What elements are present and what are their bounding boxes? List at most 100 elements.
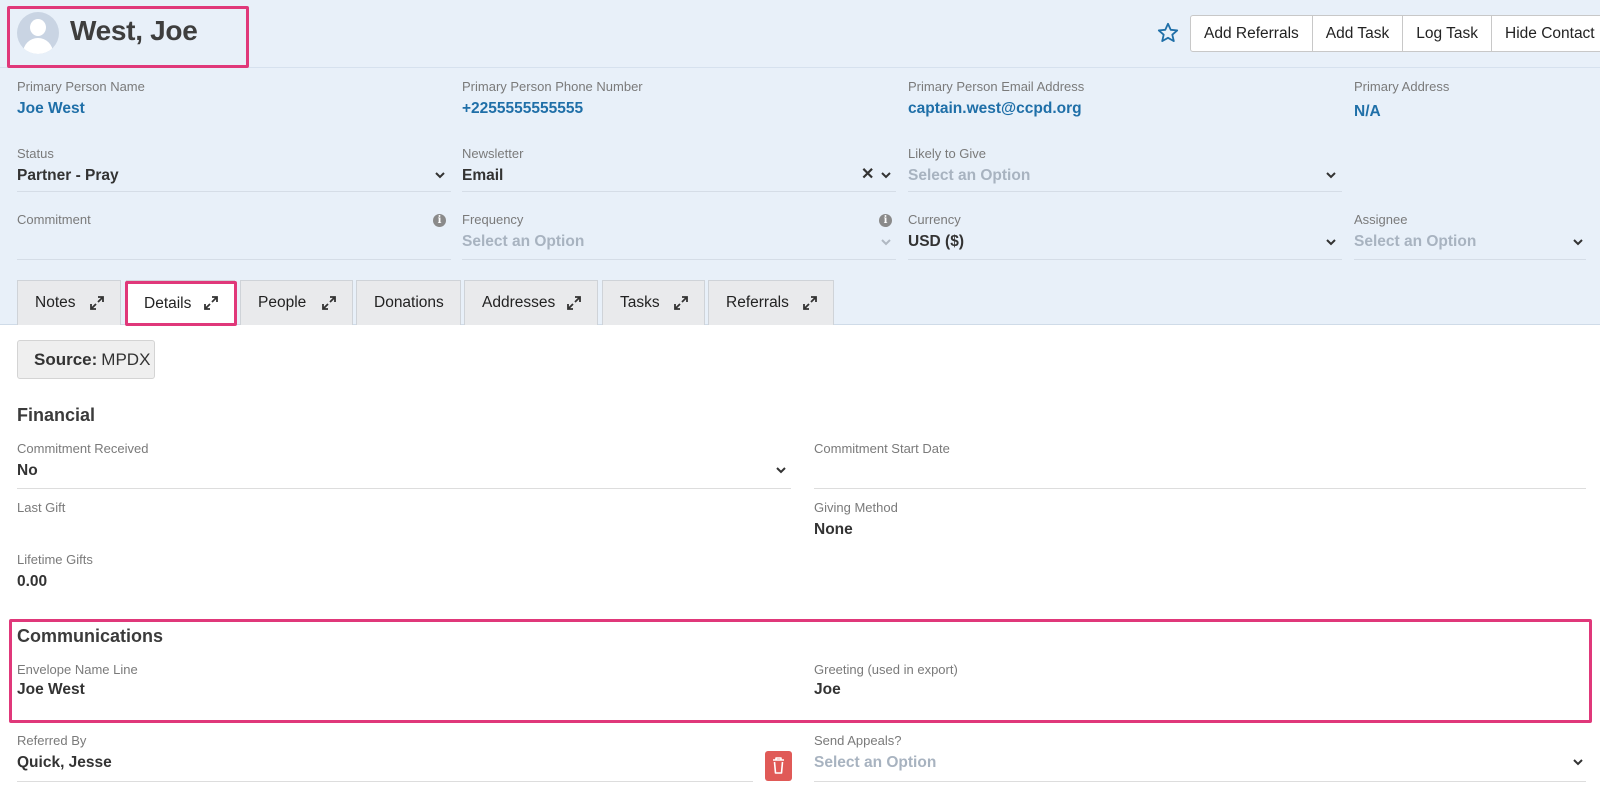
commitment-received-value: No [17,462,38,479]
chevron-down-icon[interactable] [434,169,446,181]
chevron-down-icon[interactable] [775,464,787,476]
communications-highlight [9,619,1592,723]
giving-method-field: Giving Method None [814,500,898,539]
send-appeals-underline [814,781,1586,782]
add-referrals-button[interactable]: Add Referrals [1191,16,1313,51]
primary-email-field: Primary Person Email Address captain.wes… [908,79,1084,118]
newsletter-select[interactable]: Newsletter Email [462,146,523,185]
tab-referrals[interactable]: Referrals [708,280,834,325]
field-label: Referred By [17,733,87,748]
chevron-down-icon[interactable] [1572,756,1584,768]
expand-arrows-icon[interactable] [322,296,336,310]
field-label: Status [17,146,54,161]
tab-label: People [258,294,307,311]
source-value: MPDX [101,349,151,369]
field-label: Lifetime Gifts [17,552,93,567]
primary-address-link[interactable]: N/A [1354,103,1449,121]
greeting-field[interactable]: Greeting (used in export) Joe [814,662,958,699]
field-label: Commitment [17,212,91,227]
primary-address-field: Primary Address N/A [1354,79,1449,121]
chevron-down-icon[interactable] [1572,236,1584,248]
lifetime-gifts-field: Lifetime Gifts 0.00 [17,552,93,591]
trash-icon[interactable] [765,751,792,781]
source-label: Source: [34,349,98,369]
tab-people[interactable]: People [240,280,353,325]
send-appeals-placeholder: Select an Option [814,754,937,771]
currency-underline [908,259,1342,260]
last-gift-field: Last Gift [17,500,65,521]
expand-arrows-icon[interactable] [90,296,104,310]
add-task-button[interactable]: Add Task [1313,16,1404,51]
info-icon[interactable]: i [879,214,892,227]
chevron-down-icon[interactable] [880,169,892,181]
giving-method-value: None [814,521,853,538]
currency-value: USD ($) [908,233,964,250]
currency-select[interactable]: Currency USD ($) [908,212,964,251]
commitment-start-date-underline [814,488,1586,489]
tab-donations[interactable]: Donations [356,280,461,325]
status-select[interactable]: Status Partner - Pray [17,146,119,185]
field-label: Currency [908,212,961,227]
field-label: Primary Person Email Address [908,79,1085,94]
field-label: Envelope Name Line [17,662,138,677]
field-label: Giving Method [814,500,898,515]
lifetime-gifts-value: 0.00 [17,573,48,590]
likely-to-give-select[interactable]: Likely to Give Select an Option [908,146,1030,185]
tab-tasks[interactable]: Tasks [602,280,705,325]
referred-by-field[interactable]: Referred By Quick, Jesse [17,733,112,772]
tab-label: Tasks [620,294,660,311]
star-outline-icon[interactable] [1156,21,1180,45]
field-label: Send Appeals? [814,733,902,748]
field-label: Newsletter [462,146,524,161]
commitment-input[interactable]: Commitment [17,212,91,233]
contact-name-highlight [7,6,249,68]
field-label: Commitment Received [17,441,149,456]
field-label: Assignee [1354,212,1408,227]
chevron-down-icon[interactable] [1325,169,1337,181]
envelope-name-line-field[interactable]: Envelope Name Line Joe West [17,662,138,699]
expand-arrows-icon[interactable] [674,296,688,310]
tab-label: Notes [35,294,76,311]
details-tab-highlight [125,281,237,326]
expand-arrows-icon[interactable] [567,296,581,310]
chevron-down-icon[interactable] [1325,236,1337,248]
commitment-received-underline [17,488,791,489]
status-underline [17,191,451,192]
tab-label: Addresses [482,294,556,311]
assignee-select[interactable]: Assignee Select an Option [1354,212,1476,251]
communications-section-title: Communications [17,626,164,646]
tab-label: Donations [374,294,444,311]
hide-contact-button[interactable]: Hide Contact [1492,16,1600,51]
expand-arrows-icon[interactable] [803,296,817,310]
primary-person-name-field: Primary Person Name Joe West [17,79,145,118]
field-label: Primary Address [1354,79,1450,94]
log-task-button[interactable]: Log Task [1403,16,1493,51]
primary-phone-field: Primary Person Phone Number +22555555555… [462,79,643,118]
primary-person-name-link[interactable]: Joe West [17,100,145,118]
assignee-placeholder: Select an Option [1354,233,1477,250]
referred-by-underline [17,781,753,782]
info-icon[interactable]: i [433,214,446,227]
newsletter-value: Email [462,167,504,184]
send-appeals-select[interactable]: Send Appeals? Select an Option [814,733,936,772]
frequency-placeholder: Select an Option [462,233,585,250]
commitment-received-select[interactable]: Commitment Received No [17,441,149,480]
field-label: Primary Person Phone Number [462,79,643,94]
referred-by-value: Quick, Jesse [17,754,112,771]
primary-email-link[interactable]: captain.west@ccpd.org [908,100,1084,118]
financial-section-title: Financial [17,405,96,425]
tab-label: Referrals [726,294,789,311]
newsletter-underline [462,191,896,192]
frequency-select[interactable]: Frequency Select an Option [462,212,584,251]
primary-phone-link[interactable]: +2255555555555 [462,100,643,118]
commitment-start-date-input[interactable]: Commitment Start Date [814,441,950,462]
tab-notes[interactable]: Notes [17,280,121,325]
clear-x-icon[interactable]: ✕ [861,164,874,184]
commitment-underline [17,259,451,260]
frequency-underline [462,259,896,260]
chevron-down-icon[interactable] [880,236,892,248]
contact-actions-group: Add Referrals Add Task Log Task Hide Con… [1190,15,1600,52]
status-value: Partner - Pray [17,167,119,184]
tab-addresses[interactable]: Addresses [464,280,598,325]
envelope-name-line-value: Joe West [17,681,85,698]
